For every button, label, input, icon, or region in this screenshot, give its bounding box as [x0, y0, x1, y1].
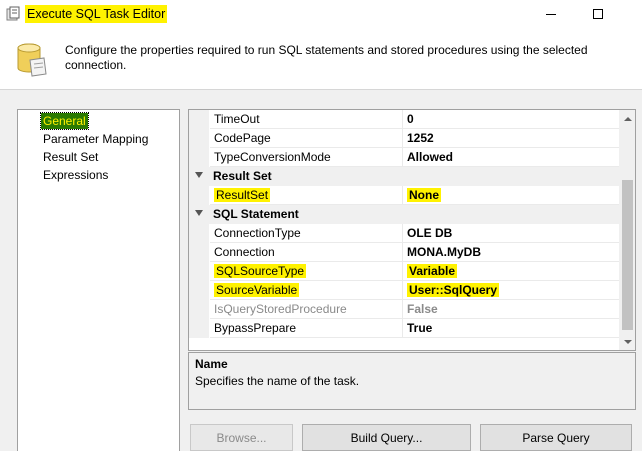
scroll-thumb[interactable] [622, 180, 633, 330]
description-title: Name [195, 357, 228, 371]
property-grid: TimeOut 0 CodePage 1252 TypeConversionMo… [188, 109, 636, 351]
arrow-down-icon [623, 339, 632, 344]
title-bar: Execute SQL Task Editor [0, 0, 642, 28]
property-row-codepage[interactable]: CodePage 1252 [189, 129, 619, 148]
property-name: TypeConversionMode [210, 148, 403, 167]
property-name: TimeOut [210, 110, 403, 129]
property-row-bypass-prepare[interactable]: BypassPrepare True [189, 319, 619, 338]
collapse-caret-icon[interactable] [195, 172, 203, 178]
property-row-connection-type[interactable]: ConnectionType OLE DB [189, 224, 619, 243]
maximize-icon [593, 9, 603, 19]
property-name: CodePage [210, 129, 403, 148]
property-name: SQLSourceType [210, 262, 403, 281]
property-name: Connection [210, 243, 403, 262]
nav-item-result-set[interactable]: Result Set [41, 149, 100, 165]
property-value[interactable]: 0 [403, 110, 619, 129]
property-value[interactable]: None [403, 186, 619, 205]
property-row-type-conversion-mode[interactable]: TypeConversionMode Allowed [189, 148, 619, 167]
description-text: Specifies the name of the task. [195, 374, 360, 388]
property-name: BypassPrepare [210, 319, 403, 338]
nav-item-parameter-mapping[interactable]: Parameter Mapping [41, 131, 150, 147]
editor-header: Configure the properties required to run… [0, 28, 642, 90]
property-value[interactable]: User::SqlQuery [403, 281, 619, 300]
browse-button: Browse... [190, 424, 293, 451]
maximize-button[interactable] [575, 0, 621, 28]
property-row-resultset[interactable]: ResultSet None [189, 186, 619, 205]
category-label: Result Set [213, 169, 272, 183]
collapse-caret-icon[interactable] [195, 210, 203, 216]
property-row-is-query-stored-procedure[interactable]: IsQueryStoredProcedure False [189, 300, 619, 319]
category-label: SQL Statement [213, 207, 299, 221]
minimize-button[interactable] [528, 0, 574, 28]
property-value[interactable]: True [403, 319, 619, 338]
nav-item-expressions[interactable]: Expressions [41, 167, 110, 183]
header-description: Configure the properties required to run… [65, 43, 588, 72]
window-title: Execute SQL Task Editor [25, 5, 168, 23]
vertical-scrollbar[interactable] [619, 110, 635, 350]
build-query-button[interactable]: Build Query... [302, 424, 471, 451]
property-value[interactable]: Allowed [403, 148, 619, 167]
property-name: ConnectionType [210, 224, 403, 243]
property-name: SourceVariable [210, 281, 403, 300]
arrow-up-icon [623, 116, 632, 121]
scroll-down-button[interactable] [619, 333, 635, 350]
property-value[interactable]: OLE DB [403, 224, 619, 243]
category-result-set[interactable]: Result Set [189, 167, 619, 186]
category-sql-statement[interactable]: SQL Statement [189, 205, 619, 224]
property-value[interactable]: 1252 [403, 129, 619, 148]
property-row-connection[interactable]: Connection MONA.MyDB [189, 243, 619, 262]
execute-sql-task-icon [6, 6, 20, 21]
property-value: False [403, 300, 619, 319]
property-row-timeout[interactable]: TimeOut 0 [189, 110, 619, 129]
property-value[interactable]: Variable [403, 262, 619, 281]
property-value[interactable]: MONA.MyDB [403, 243, 619, 262]
minimize-icon [546, 13, 556, 15]
property-name: IsQueryStoredProcedure [210, 300, 403, 319]
parse-query-button[interactable]: Parse Query [480, 424, 632, 451]
scroll-up-button[interactable] [619, 110, 635, 127]
database-scroll-icon [17, 43, 47, 77]
property-row-source-variable[interactable]: SourceVariable User::SqlQuery [189, 281, 619, 300]
property-name: ResultSet [210, 186, 403, 205]
page-navigation: General Parameter Mapping Result Set Exp… [17, 109, 180, 451]
property-description-pane: Name Specifies the name of the task. [188, 352, 636, 410]
property-row-sql-source-type[interactable]: SQLSourceType Variable [189, 262, 619, 281]
nav-item-general[interactable]: General [40, 112, 89, 130]
